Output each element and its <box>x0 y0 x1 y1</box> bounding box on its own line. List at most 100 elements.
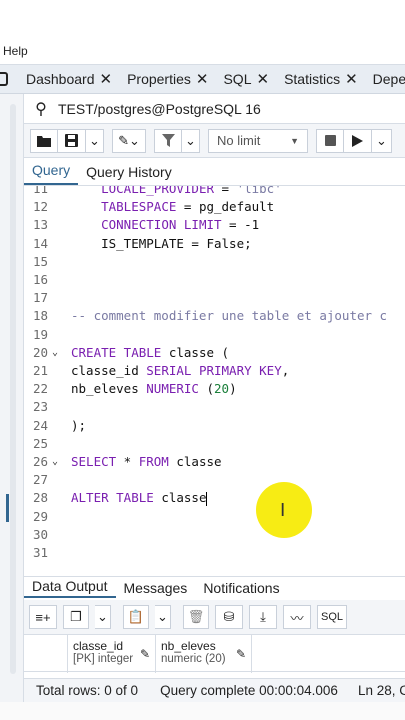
line-number: 18 <box>32 308 48 324</box>
chevron-down-icon[interactable]: ⌄ <box>372 128 392 153</box>
tab-query-history[interactable]: Query History <box>78 164 180 185</box>
sql-button[interactable]: SQL <box>317 605 347 629</box>
line-number: 12 <box>32 199 48 215</box>
editor-line[interactable]: 21 classe_id SERIAL PRIMARY KEY, <box>24 362 405 380</box>
chevron-down-icon[interactable]: ⌄ <box>95 605 111 629</box>
editor-line[interactable]: 11 LOCALE_PROVIDER = 'libc' <box>24 186 405 198</box>
chevron-down-icon[interactable]: ⌄ <box>155 605 171 629</box>
editor-line[interactable]: 16 <box>24 271 405 289</box>
editor-line[interactable]: 22 nb_eleves NUMERIC (20) <box>24 380 405 398</box>
line-number: 22 <box>32 381 48 397</box>
code-text: CONNECTION LIMIT = -1 <box>101 217 260 233</box>
tab-label: Depend <box>372 71 405 87</box>
query-toolbar: ⌄ ✎⌄ ⌄ No limit ▼ ⌄ <box>24 124 405 158</box>
code-text: -- comment modifier une table et ajouter… <box>71 308 388 324</box>
tab-data-output[interactable]: Data Output <box>24 578 116 598</box>
chevron-down-icon[interactable]: ⌄ <box>182 128 200 153</box>
text-cursor-icon: I <box>280 500 286 521</box>
add-row-icon[interactable]: ≡+ <box>29 605 57 629</box>
line-number: 28 <box>32 490 48 506</box>
line-number: 27 <box>32 472 48 488</box>
column-name: classe_id <box>73 639 124 653</box>
code-text: CREATE TABLE classe ( <box>71 344 230 360</box>
line-number: 20 <box>32 344 48 360</box>
editor-line[interactable]: 31 <box>24 544 405 562</box>
open-file-icon[interactable] <box>30 128 58 153</box>
tab-messages[interactable]: Messages <box>116 580 196 598</box>
save-icon[interactable] <box>58 128 86 153</box>
limit-select[interactable]: No limit ▼ <box>208 128 308 153</box>
save-data-icon[interactable]: ⛁ <box>215 605 243 629</box>
result-tabs: Data Output Messages Notifications <box>24 576 405 598</box>
code-text: ALTER TABLE classe <box>71 490 208 506</box>
code-text: LOCALE_PROVIDER = 'libc' <box>101 186 282 196</box>
tab-dashboard[interactable]: Dashboard ✕ <box>8 64 117 94</box>
editor-line[interactable]: 30 <box>24 526 405 544</box>
editor-line[interactable]: 17 <box>24 289 405 307</box>
connection-plug-icon[interactable]: ⚲ <box>24 99 58 119</box>
code-text: IS_TEMPLATE = False; <box>71 235 252 251</box>
menu-help[interactable]: Help <box>0 40 405 62</box>
editor-line[interactable]: 29 <box>24 508 405 526</box>
tab-statistics[interactable]: Statistics ✕ <box>274 64 363 94</box>
stop-icon[interactable] <box>316 128 344 153</box>
paste-icon[interactable]: 📋 <box>123 605 149 629</box>
editor-line[interactable]: 24); <box>24 417 405 435</box>
line-number: 13 <box>32 217 48 233</box>
filter-icon[interactable] <box>154 128 182 153</box>
limit-value: No limit <box>217 133 261 148</box>
line-number: 11 <box>32 186 48 196</box>
sql-editor[interactable]: 11 LOCALE_PROVIDER = 'libc' 12 TABLESPACE… <box>24 186 405 576</box>
connection-bar[interactable]: ⚲ TEST/postgres@PostgreSQL 16 <box>24 94 405 124</box>
tab-properties[interactable]: Properties ✕ <box>117 64 213 94</box>
close-icon[interactable]: ✕ <box>345 70 358 88</box>
left-gutter <box>0 94 24 720</box>
results-toolbar: ≡+ ❐ ⌄ 📋 ⌄ 🗑 ⛁ ⤓ 〰 SQL <box>24 600 405 634</box>
editor-line[interactable]: 13 CONNECTION LIMIT = -1 <box>24 216 405 234</box>
close-icon[interactable]: ✕ <box>100 70 113 88</box>
graph-icon[interactable]: 〰 <box>283 605 311 629</box>
tab-query[interactable]: Query <box>24 162 79 185</box>
close-icon[interactable]: ✕ <box>256 70 269 88</box>
close-icon[interactable]: ✕ <box>196 70 209 88</box>
fold-chevron-icon[interactable]: ⌄ <box>52 453 58 471</box>
editor-line[interactable]: 25 <box>24 435 405 453</box>
status-rows: Total rows: 0 of 0 <box>36 683 139 698</box>
line-number: 14 <box>32 235 48 251</box>
editor-line[interactable]: 20 ⌄ CREATE TABLE classe ( <box>24 344 405 362</box>
editor-line[interactable]: 27 <box>24 471 405 489</box>
edit-pen-icon[interactable]: ✎⌄ <box>112 128 146 153</box>
edit-pen-icon[interactable]: ✎ <box>140 647 150 661</box>
chevron-down-icon: ▼ <box>290 135 299 146</box>
panel-toggle-icon[interactable] <box>0 64 8 94</box>
edit-pen-icon[interactable]: ✎ <box>236 647 246 661</box>
line-number: 29 <box>32 508 48 524</box>
line-number: 15 <box>32 253 48 269</box>
editor-line[interactable]: 14 IS_TEMPLATE = False; <box>24 235 405 253</box>
editor-line[interactable]: 23 <box>24 398 405 416</box>
left-scrollbar[interactable] <box>10 104 16 674</box>
query-tabs: Query Query History <box>24 158 405 186</box>
editor-line[interactable]: 28 ALTER TABLE classe <box>24 489 405 507</box>
tab-dependencies[interactable]: Depend <box>363 64 405 94</box>
editor-line[interactable]: 18 -- comment modifier une table et ajout… <box>24 307 405 325</box>
row-header <box>24 635 68 673</box>
editor-line[interactable]: 26 ⌄ SELECT * FROM classe <box>24 453 405 471</box>
editor-line[interactable]: 12 TABLESPACE = pg_default <box>24 198 405 216</box>
column-header[interactable]: nb_eleves numeric (20) ✎ <box>156 635 252 673</box>
execute-play-icon[interactable] <box>344 128 372 153</box>
fold-chevron-icon[interactable]: ⌄ <box>52 344 58 362</box>
column-header[interactable]: classe_id [PK] integer ✎ <box>68 635 156 673</box>
tab-sql[interactable]: SQL ✕ <box>213 64 274 94</box>
editor-line[interactable]: 15 <box>24 253 405 271</box>
status-bar: Total rows: 0 of 0 Query complete 00:00:… <box>24 678 405 702</box>
tab-notifications[interactable]: Notifications <box>195 580 287 598</box>
download-icon[interactable]: ⤓ <box>249 605 277 629</box>
copy-icon[interactable]: ❐ <box>63 605 89 629</box>
line-number: 26 <box>32 454 48 469</box>
code-text: TABLESPACE = pg_default <box>101 199 275 215</box>
chevron-down-icon[interactable]: ⌄ <box>86 128 104 153</box>
delete-icon[interactable]: 🗑 <box>183 605 209 629</box>
tab-label: SQL <box>223 71 252 87</box>
editor-line[interactable]: 19 <box>24 326 405 344</box>
